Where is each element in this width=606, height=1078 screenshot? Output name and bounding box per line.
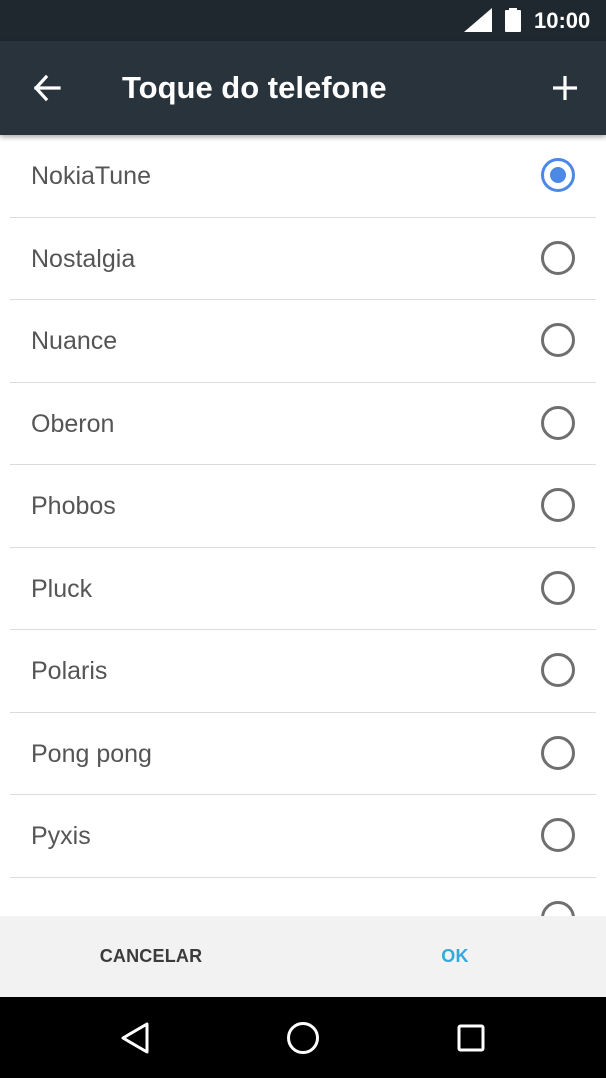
ringtone-label: NokiaTune [31,162,151,190]
list-item[interactable]: Oberon [10,383,596,465]
list-item[interactable]: Phobos [10,465,596,548]
page-title: Toque do telefone [122,70,387,105]
triangle-back-icon [121,1022,149,1054]
battery-icon [504,8,522,37]
nav-recents-button[interactable] [445,1012,497,1064]
signal-icon [464,8,492,37]
list-item[interactable]: Nostalgia [10,218,596,300]
status-bar: 10:00 [0,0,606,41]
nav-back-button[interactable] [109,1012,161,1064]
ringtone-label: Pong pong [31,739,152,768]
ringtone-label: Oberon [31,409,115,438]
radio-button[interactable] [541,653,575,687]
arrow-left-icon [33,74,61,102]
ringtone-list[interactable]: NokiaTune Nostalgia Nuance Oberon Phobos… [0,135,606,916]
ringtone-label: Pyxis [31,822,91,850]
back-button[interactable] [22,63,72,113]
radio-button[interactable] [541,240,575,275]
ringtone-label: Pluck [31,574,93,603]
radio-button[interactable] [541,405,575,440]
list-item[interactable]: Nuance [10,300,596,383]
status-clock: 10:00 [534,8,591,33]
radio-button[interactable] [541,323,575,357]
square-recents-icon [457,1024,485,1052]
dialog-actions: CANCELAR OK [0,916,606,997]
navigation-bar [0,997,606,1078]
radio-button[interactable] [541,900,575,916]
list-item[interactable] [10,878,596,916]
circle-home-icon [287,1022,319,1054]
nav-home-button[interactable] [277,1012,329,1064]
list-item[interactable]: Pyxis [10,795,596,878]
cancel-button[interactable]: CANCELAR [60,916,242,997]
ringtone-label: Phobos [31,492,116,520]
add-ringtone-button[interactable] [540,63,590,113]
list-item[interactable]: Pong pong [10,713,596,795]
radio-button[interactable] [541,735,575,770]
radio-button[interactable] [541,570,575,605]
ok-button[interactable]: OK [394,916,516,997]
ringtone-label: Nuance [31,327,118,355]
list-item[interactable]: Polaris [10,630,596,713]
ringtone-label: Polaris [31,657,108,685]
app-bar: Toque do telefone [0,41,606,135]
list-item[interactable]: Pluck [10,548,596,630]
plus-icon [553,76,577,100]
radio-button-selected[interactable] [541,158,575,192]
ringtone-label: Nostalgia [31,244,136,273]
radio-button[interactable] [541,818,575,852]
list-item[interactable]: NokiaTune [10,135,596,218]
radio-button[interactable] [541,488,575,522]
